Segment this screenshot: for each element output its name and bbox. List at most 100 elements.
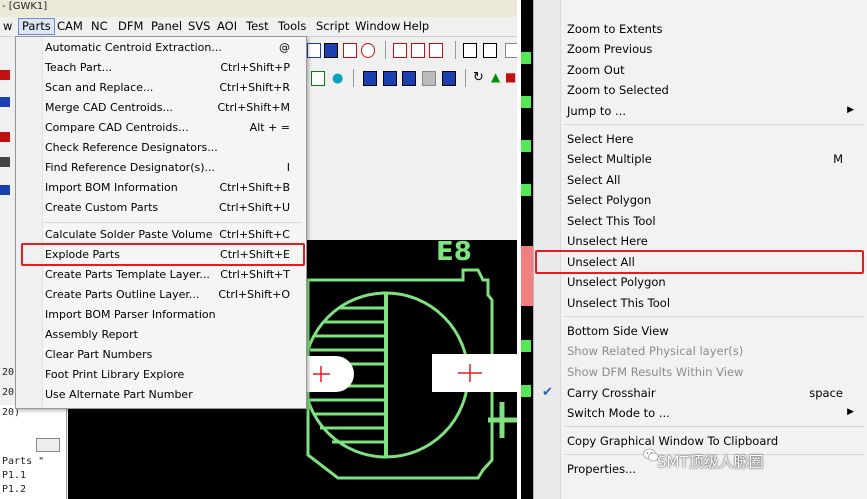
- menu-nc[interactable]: NC: [88, 19, 111, 34]
- menu-item-import-bom-information[interactable]: Import BOM Information Ctrl+Shift+B: [16, 178, 306, 198]
- ctx-item-select-multiple[interactable]: Select Multiple M: [534, 149, 867, 169]
- pcb-feature: [521, 184, 531, 196]
- drop-icon[interactable]: ●: [332, 71, 343, 86]
- strip-tool-icon[interactable]: [0, 70, 10, 80]
- view-icon-2[interactable]: [383, 71, 397, 86]
- list-line: Parts ": [2, 456, 45, 467]
- pcb-feature: [521, 52, 531, 64]
- ctx-item-unselect-this-tool[interactable]: Unselect This Tool: [534, 293, 867, 313]
- ctx-item-carry-crosshair[interactable]: ✔ Carry Crosshair space: [534, 383, 867, 403]
- view-icon-5[interactable]: [442, 71, 456, 86]
- menu-panel[interactable]: Panel: [148, 19, 185, 34]
- target-icon[interactable]: [361, 43, 375, 58]
- menu-test[interactable]: Test: [243, 19, 272, 34]
- reference-designator-label: E8: [436, 240, 472, 267]
- menu-item-label: Select Multiple: [567, 152, 652, 166]
- menu-item-label: Select Here: [567, 132, 634, 146]
- strip-tool-icon[interactable]: [0, 132, 10, 142]
- menu-item-foot-print-library-explore[interactable]: Foot Print Library Explore: [16, 365, 306, 385]
- ctx-item-select-this-tool[interactable]: Select This Tool: [534, 211, 867, 231]
- flag-icon[interactable]: ■: [505, 70, 516, 84]
- submenu-arrow-icon: ▶: [847, 105, 854, 115]
- ctx-item-select-polygon[interactable]: Select Polygon: [534, 190, 867, 210]
- menu-item-use-alternate-part-number[interactable]: Use Alternate Part Number: [16, 385, 306, 405]
- layer-icon[interactable]: [307, 43, 321, 58]
- view-icon-3[interactable]: [402, 71, 416, 86]
- ctx-item-unselect-here[interactable]: Unselect Here: [534, 231, 867, 251]
- menu-item-label: Create Custom Parts: [45, 201, 159, 214]
- menu-aoi[interactable]: AOI: [214, 19, 240, 34]
- title-bar: - [GWK1]: [0, 0, 517, 18]
- menu-script[interactable]: Script: [313, 19, 352, 34]
- menu-item-create-parts-template-layer[interactable]: Create Parts Template Layer... Ctrl+Shift…: [16, 265, 306, 285]
- menu-item-scan-and-replace[interactable]: Scan and Replace... Ctrl+Shift+R: [16, 78, 306, 98]
- menu-item-automatic-centroid-extraction[interactable]: Automatic Centroid Extraction... @: [16, 38, 306, 58]
- menu-item-merge-cad-centroids[interactable]: Merge CAD Centroids... Ctrl+Shift+M: [16, 98, 306, 118]
- menu-item-create-parts-outline-layer[interactable]: Create Parts Outline Layer... Ctrl+Shift+…: [16, 285, 306, 305]
- menu-item-label: Import BOM Parser Information: [45, 308, 216, 321]
- menu-item-shortcut: space: [809, 386, 843, 400]
- menu-item-compare-cad-centroids[interactable]: Compare CAD Centroids... Alt + =: [16, 118, 306, 138]
- toolbar-row-1: [305, 37, 517, 64]
- menu-item-assembly-report[interactable]: Assembly Report: [16, 325, 306, 345]
- menu-item-teach-part[interactable]: Teach Part... Ctrl+Shift+P: [16, 58, 306, 78]
- swap-icon[interactable]: [343, 43, 357, 58]
- rotate-icon[interactable]: ↻: [473, 70, 484, 85]
- ctx-item-unselect-polygon[interactable]: Unselect Polygon: [534, 272, 867, 292]
- menu-item-label: Foot Print Library Explore: [45, 368, 185, 381]
- watermark-text: SMT顶级人脉圈: [657, 453, 764, 471]
- menu-svs[interactable]: SVS: [185, 19, 213, 34]
- menu-help[interactable]: Help: [400, 19, 432, 34]
- scroll-buttons[interactable]: [36, 438, 60, 452]
- menu-item-label: Calculate Solder Paste Volume: [45, 228, 213, 241]
- menu-window-partial[interactable]: w: [0, 19, 15, 34]
- select-pointer-icon[interactable]: [463, 43, 477, 58]
- more-tools-icon[interactable]: [505, 43, 517, 58]
- toolbar-separator: [465, 69, 466, 87]
- ctx-item-copy-graphical-window[interactable]: Copy Graphical Window To Clipboard: [534, 431, 867, 451]
- ctx-item-select-here[interactable]: Select Here: [534, 129, 867, 149]
- parts-list-pane[interactable]: 20) 20) 20) Parts " P1.1 P1.2: [0, 367, 67, 499]
- measure-x-icon[interactable]: [411, 43, 425, 58]
- menu-item-shortcut: Ctrl+Shift+C: [219, 228, 290, 241]
- line-tool-icon[interactable]: [483, 43, 497, 58]
- menu-item-clear-part-numbers[interactable]: Clear Part Numbers: [16, 345, 306, 365]
- menu-item-label: Find Reference Designator(s)...: [45, 161, 216, 174]
- strip-tool-icon[interactable]: [0, 157, 10, 167]
- tree-icon[interactable]: ▲: [491, 70, 500, 84]
- view-icon-4[interactable]: [422, 71, 436, 86]
- menu-cam[interactable]: CAM: [54, 19, 86, 34]
- menu-tools[interactable]: Tools: [275, 19, 309, 34]
- menu-item-find-reference-designators[interactable]: Find Reference Designator(s)... I: [16, 158, 306, 178]
- menu-item-label: Zoom to Selected: [567, 83, 669, 97]
- grid-icon[interactable]: [324, 43, 338, 58]
- view-icon-1[interactable]: [363, 71, 377, 86]
- pcb-feature: [521, 96, 531, 108]
- ctx-item-bottom-side-view[interactable]: Bottom Side View: [534, 321, 867, 341]
- ctx-item-zoom-previous[interactable]: Zoom Previous: [534, 39, 867, 59]
- ctx-item-zoom-out[interactable]: Zoom Out: [534, 60, 867, 80]
- menu-window[interactable]: Window: [352, 19, 403, 34]
- strip-tool-icon[interactable]: [0, 185, 10, 195]
- ctx-item-select-all[interactable]: Select All: [534, 170, 867, 190]
- menu-item-create-custom-parts[interactable]: Create Custom Parts Ctrl+Shift+U: [16, 198, 306, 218]
- menu-parts[interactable]: Parts: [18, 18, 55, 35]
- menu-item-label: Scan and Replace...: [45, 81, 154, 94]
- menu-item-label: Jump to ...: [567, 104, 627, 118]
- ctx-item-zoom-to-extents[interactable]: Zoom to Extents: [534, 19, 867, 39]
- menu-item-label: Check Reference Designators...: [45, 141, 218, 154]
- menu-item-import-bom-parser-information[interactable]: Import BOM Parser Information: [16, 305, 306, 325]
- toolbar-row-2: ● ↻ ▲ ■: [305, 64, 517, 93]
- measure-icon[interactable]: [393, 43, 407, 58]
- strip-tool-icon[interactable]: [0, 97, 10, 107]
- menu-separator: [44, 222, 302, 223]
- ctx-item-zoom-to-selected[interactable]: Zoom to Selected: [534, 80, 867, 100]
- ctx-item-jump-to[interactable]: Jump to ... ▶: [534, 101, 867, 121]
- measure-y-icon[interactable]: [429, 43, 443, 58]
- outline-icon[interactable]: [311, 71, 325, 86]
- menu-item-calculate-solder-paste-volume[interactable]: Calculate Solder Paste Volume Ctrl+Shift+…: [16, 225, 306, 245]
- list-line: P1.1: [2, 470, 27, 481]
- ctx-item-switch-mode-to[interactable]: Switch Mode to ... ▶: [534, 403, 867, 423]
- menu-dfm[interactable]: DFM: [115, 19, 146, 34]
- menu-item-check-reference-designators[interactable]: Check Reference Designators...: [16, 138, 306, 158]
